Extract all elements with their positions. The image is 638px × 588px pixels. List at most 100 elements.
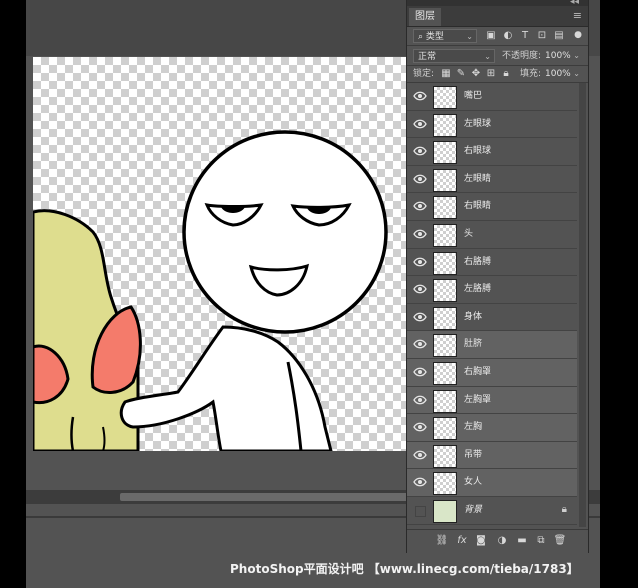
layer-row[interactable]: 左胸罩 <box>407 386 577 415</box>
layer-thumbnail <box>433 306 457 330</box>
layer-row[interactable]: 左眼球 <box>407 110 577 139</box>
lock-artboard-icon[interactable]: ⊞ <box>484 67 498 81</box>
chevron-down-icon: ⌄ <box>573 51 580 60</box>
layer-row[interactable]: 右胸罩 <box>407 359 577 387</box>
pixel-filter-icon[interactable]: ▣ <box>484 29 498 43</box>
eye-icon[interactable] <box>413 173 427 185</box>
eye-icon[interactable] <box>413 421 427 433</box>
opacity-label: 不透明度: <box>502 51 542 61</box>
blend-mode-value: 正常 <box>418 52 437 62</box>
adjustment-icon[interactable]: ◑ <box>495 534 509 548</box>
layer-name: 左眼球 <box>464 118 492 129</box>
eye-icon[interactable] <box>413 283 427 295</box>
layer-name: 嘴巴 <box>464 91 483 101</box>
lock-icon: 🔒︎ <box>561 504 567 515</box>
eye-icon[interactable] <box>413 228 427 240</box>
layer-row[interactable]: 左眼睛 <box>407 165 577 194</box>
layer-row[interactable]: 女人 <box>407 469 577 497</box>
shape-filter-icon[interactable]: ⊡ <box>535 29 549 43</box>
layer-thumbnail <box>433 362 457 385</box>
filter-toggle-icon[interactable]: ● <box>571 28 585 42</box>
layer-row[interactable]: 头 <box>407 221 577 249</box>
layer-name: 身体 <box>464 311 483 322</box>
layer-thumbnail <box>433 251 457 275</box>
head-shape <box>182 130 388 334</box>
layer-row[interactable]: 右眼睛 <box>407 193 577 221</box>
trash-icon[interactable]: 🗑︎ <box>553 534 567 548</box>
layer-row[interactable]: 右眼球 <box>407 138 577 166</box>
filter-kind-dropdown[interactable]: ⌕ 类型 ⌄ <box>413 29 477 43</box>
layer-thumbnail <box>433 472 457 496</box>
opacity-field[interactable]: 100% ⌄ <box>541 49 583 63</box>
document-canvas[interactable] <box>33 57 409 451</box>
layer-row[interactable]: 身体 <box>407 303 577 332</box>
layer-name: 右胳膊 <box>464 256 492 267</box>
watermark-text: PhotoShop平面设计吧 【www.linecg.com/tieba/178… <box>230 562 579 576</box>
visibility-toggle[interactable] <box>415 506 426 517</box>
hamburger-icon[interactable]: ≡ <box>573 9 582 22</box>
eye-icon[interactable] <box>413 449 427 461</box>
eye-icon[interactable] <box>413 256 427 268</box>
new-layer-icon[interactable]: ⧉ <box>534 534 548 548</box>
layer-name: 右胸罩 <box>464 367 492 377</box>
lock-move-icon[interactable]: ✥ <box>469 67 483 81</box>
layer-row[interactable]: 左胳膊 <box>407 276 577 304</box>
chevron-down-icon: ⌄ <box>573 69 580 78</box>
chevron-down-icon: ⌄ <box>484 52 491 61</box>
eye-icon[interactable] <box>413 366 427 378</box>
layer-row[interactable]: 背景 🔒︎ <box>407 497 577 525</box>
filter-kind-value: 类型 <box>425 32 444 42</box>
type-filter-icon[interactable]: T <box>518 29 532 43</box>
layer-thumbnail <box>433 389 457 413</box>
layer-row[interactable]: 肚脐 <box>407 331 577 359</box>
layer-thumbnail <box>433 279 457 303</box>
mask-icon[interactable]: ◙ <box>474 534 488 548</box>
eye-icon[interactable] <box>413 200 427 212</box>
layer-list: 嘴巴左眼球右眼球左眼睛右眼睛头右胳膊左胳膊身体肚脐右胸罩左胸罩左胸吊带 女人背景 🔒… <box>407 83 577 527</box>
layer-thumbnail <box>433 168 457 192</box>
layer-name: 左胸 <box>464 422 483 433</box>
eye-icon[interactable] <box>413 118 427 130</box>
layer-row[interactable]: 吊带 <box>407 441 577 470</box>
smart-object-filter-icon[interactable]: ▤ <box>552 29 566 43</box>
layer-thumbnail <box>433 500 457 523</box>
adjustment-filter-icon[interactable]: ◐ <box>501 29 515 43</box>
layer-name: 右眼球 <box>464 146 492 157</box>
tab-layers[interactable]: 图层 <box>409 8 441 26</box>
layer-name: 头 <box>464 229 474 239</box>
layer-thumbnail <box>433 113 457 137</box>
fx-icon[interactable]: fx <box>455 534 469 548</box>
eye-icon[interactable] <box>413 338 427 350</box>
layer-thumbnail <box>433 444 457 468</box>
opacity-value: 100% <box>545 51 571 61</box>
folder-icon[interactable]: ▬ <box>515 534 529 548</box>
layer-name: 左胸罩 <box>464 394 492 405</box>
filter-row: ⌕ 类型 ⌄ ▣ ◐ T ⊡ ▤ ● <box>407 26 588 46</box>
layer-row[interactable]: 右胳膊 <box>407 248 577 277</box>
layer-name: 背景 <box>464 505 483 515</box>
search-icon: ⌕ <box>418 32 426 42</box>
blend-mode-dropdown[interactable]: 正常 ⌄ <box>413 49 495 63</box>
lock-transparent-icon[interactable]: ▦ <box>439 67 453 81</box>
layer-thumbnail <box>433 417 457 441</box>
eye-icon[interactable] <box>413 311 427 323</box>
eye-icon[interactable] <box>413 145 427 157</box>
link-icon[interactable]: ⛓ <box>435 534 449 548</box>
lock-all-icon[interactable]: 🔒︎ <box>499 67 513 81</box>
layer-thumbnail <box>433 334 457 358</box>
fill-field[interactable]: 100% ⌄ <box>541 67 583 81</box>
layer-row[interactable]: 嘴巴 <box>407 83 577 111</box>
eye-icon[interactable] <box>413 394 427 406</box>
scrollbar-thumb[interactable] <box>120 493 420 501</box>
layer-list-scrollbar[interactable] <box>579 83 586 527</box>
layer-thumbnail <box>433 224 457 247</box>
fill-value: 100% <box>545 69 571 79</box>
layer-row[interactable]: 左胸 <box>407 414 577 442</box>
chevron-down-icon: ⌄ <box>466 32 473 41</box>
fill-label: 填充: <box>520 69 542 79</box>
panel-tab-strip: 图层 ≡ <box>407 6 588 27</box>
lock-brush-icon[interactable]: ✎ <box>454 67 468 81</box>
eye-icon[interactable] <box>413 476 427 488</box>
layer-name: 左眼睛 <box>464 173 492 184</box>
eye-icon[interactable] <box>413 90 427 102</box>
